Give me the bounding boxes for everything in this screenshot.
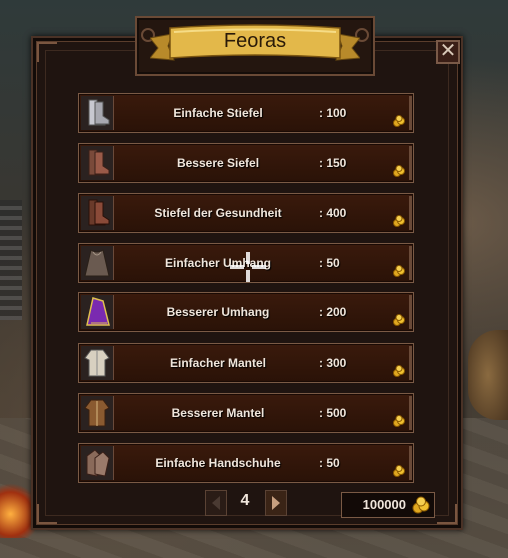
item-price: : 400 (319, 206, 347, 220)
cape-icon (81, 246, 114, 280)
row-divider (409, 396, 412, 430)
item-name: Bessere Siefel (176, 156, 260, 170)
ornament-corner (437, 504, 457, 524)
title-ribbon: Feoras (150, 24, 360, 68)
shop-item-row[interactable]: Einfache Handschuhe : 50 (78, 443, 414, 483)
coin-icon (393, 365, 405, 377)
row-divider (409, 346, 412, 380)
item-price: : 100 (319, 106, 347, 120)
arrow-left-icon (212, 496, 220, 510)
cape-icon (81, 295, 114, 329)
item-price: : 300 (319, 356, 347, 370)
item-name: Stiefel der Gesundheit (154, 206, 282, 220)
shop-item-row[interactable]: Einfacher Mantel : 300 (78, 343, 414, 383)
shop-item-row[interactable]: Einfacher Umhang : 50 (78, 243, 414, 283)
coin-icon (393, 415, 405, 427)
boots-icon (81, 96, 114, 130)
background-fire (0, 478, 35, 538)
item-price: : 50 (319, 256, 340, 270)
shop-item-row[interactable]: Besserer Mantel : 500 (78, 393, 414, 433)
item-name: Einfacher Mantel (169, 356, 267, 370)
gold-display: 100000 (341, 492, 435, 518)
row-divider (409, 146, 412, 180)
coin-icon (393, 265, 405, 277)
boots-icon (81, 146, 114, 180)
item-name: Besserer Mantel (171, 406, 265, 420)
row-divider (409, 96, 412, 130)
ornament-corner (37, 504, 57, 524)
arrow-right-icon (272, 496, 280, 510)
row-divider (409, 246, 412, 280)
gold-amount: 100000 (362, 497, 406, 512)
item-name: Einfacher Umhang (164, 256, 272, 270)
next-page-button[interactable] (265, 490, 287, 516)
coat-icon (81, 346, 114, 380)
shop-title: Feoras (223, 30, 287, 52)
row-divider (409, 446, 412, 480)
row-divider (409, 196, 412, 230)
close-icon: ✕ (439, 40, 457, 62)
row-divider (409, 295, 412, 329)
item-name: Einfache Stiefel (173, 106, 263, 120)
coin-icon (393, 465, 405, 477)
coin-icon (393, 165, 405, 177)
item-price: : 50 (319, 456, 340, 470)
gold-coins-icon (412, 496, 430, 514)
gloves-icon (81, 446, 114, 480)
ornament-corner (37, 42, 57, 62)
shop-item-row[interactable]: Besserer Umhang : 200 (78, 292, 414, 332)
shop-item-row[interactable]: Einfache Stiefel : 100 (78, 93, 414, 133)
item-price: : 500 (319, 406, 347, 420)
boots-icon (81, 196, 114, 230)
item-name: Einfache Handschuhe (155, 456, 281, 470)
item-price: : 150 (319, 156, 347, 170)
shop-item-row[interactable]: Bessere Siefel : 150 (78, 143, 414, 183)
item-price: : 200 (319, 305, 347, 319)
previous-page-button[interactable] (205, 490, 227, 516)
coin-icon (393, 314, 405, 326)
coat-icon (81, 396, 114, 430)
item-name: Besserer Umhang (166, 305, 270, 319)
background-chain (0, 200, 22, 320)
background-barrel (468, 330, 508, 420)
coin-icon (393, 115, 405, 127)
close-button[interactable]: ✕ (436, 40, 460, 64)
shop-item-row[interactable]: Stiefel der Gesundheit : 400 (78, 193, 414, 233)
coin-icon (393, 215, 405, 227)
page-number: 4 (240, 492, 250, 509)
